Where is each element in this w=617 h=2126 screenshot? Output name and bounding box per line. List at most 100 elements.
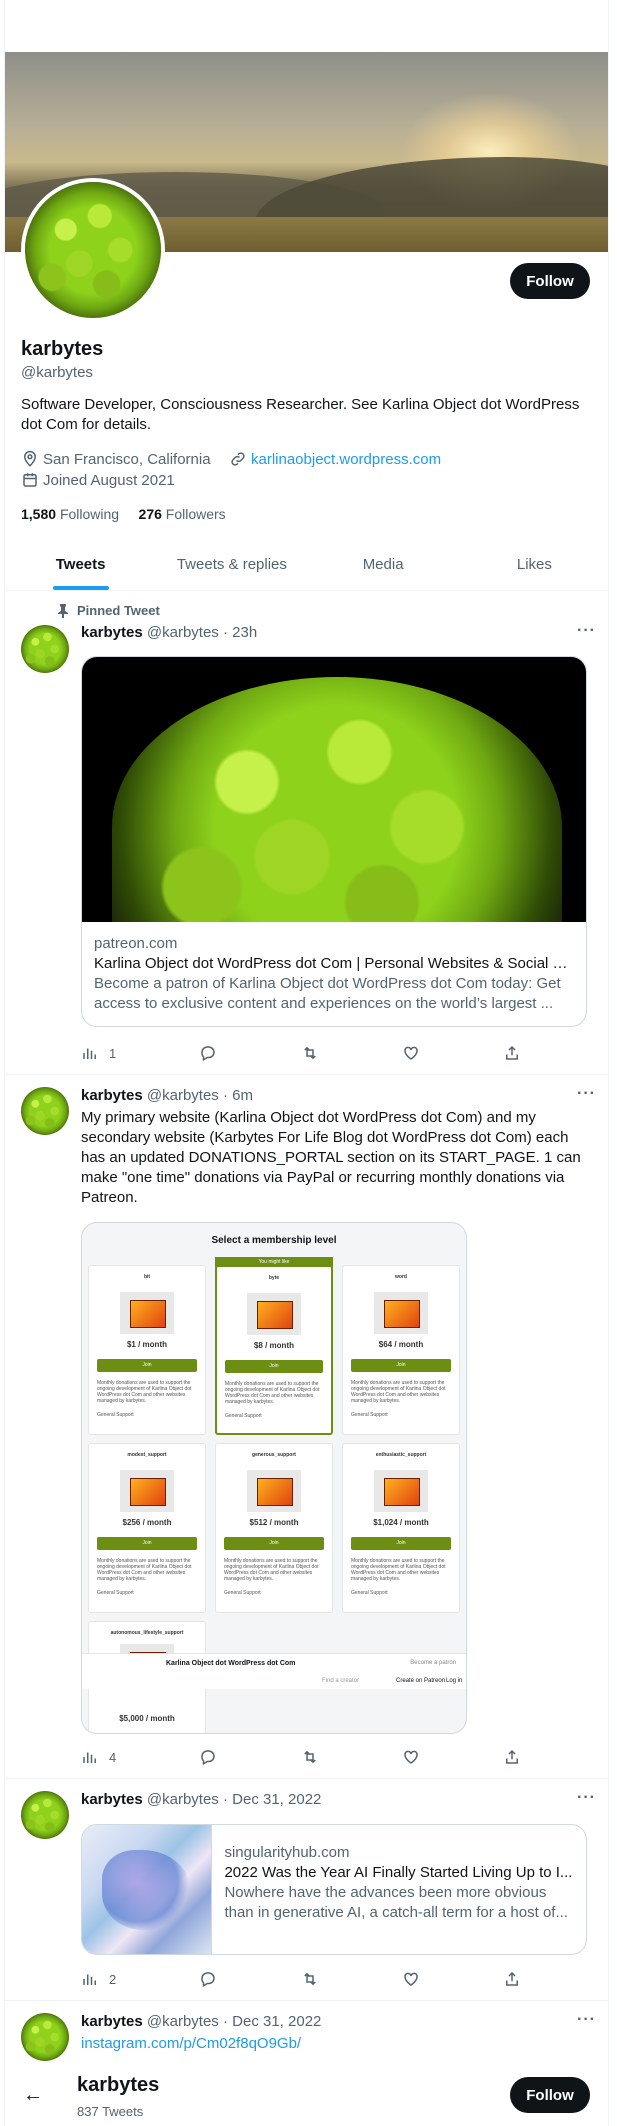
tweet-avatar[interactable]: [21, 1087, 69, 1135]
tweet[interactable]: karbytes @karbytes · Dec 31, 2022 ··· si…: [5, 1779, 608, 2001]
tweet-author-handle[interactable]: @karbytes: [147, 624, 219, 641]
retweet-icon: [303, 1750, 316, 1764]
more-icon[interactable]: ···: [577, 1085, 596, 1103]
pin-icon: [58, 603, 68, 618]
link-preview-card[interactable]: singularityhub.com 2022 Was the Year AI …: [81, 1824, 587, 1955]
tweet-image-patreon-tiers[interactable]: Select a membership level bit $1 / month…: [81, 1222, 467, 1734]
pinned-indicator: Pinned Tweet: [57, 603, 160, 618]
tier-image: [374, 1470, 428, 1512]
reply-button[interactable]: [199, 1043, 217, 1063]
back-arrow-icon[interactable]: ←: [23, 2084, 43, 2107]
link-preview-card[interactable]: patreon.com Karlina Object dot WordPress…: [81, 656, 587, 1027]
patreon-page-name: Karlina Object dot WordPress dot Com: [166, 1660, 296, 1667]
tier-card-featured: You might like byte $8 / month Join Mont…: [215, 1257, 333, 1435]
tweet-link[interactable]: instagram.com/p/Cm02f8qO9Gb/: [81, 2034, 596, 2054]
card-title: Karlina Object dot WordPress dot Com | P…: [94, 955, 574, 972]
card-thumbnail: [82, 1825, 213, 1954]
featured-ribbon: You might like: [215, 1257, 333, 1267]
tier-card: bit $1 / month Join Monthly donations ar…: [88, 1265, 206, 1435]
more-icon[interactable]: ···: [577, 2011, 596, 2029]
tier-join-button: Join: [224, 1537, 324, 1550]
profile-name: karbytes: [21, 338, 104, 360]
tier-price: $64 / month: [378, 1340, 424, 1349]
tab-media[interactable]: Media: [308, 538, 459, 590]
tweet-time[interactable]: · Dec 31, 2022: [223, 1791, 321, 1808]
like-button[interactable]: [402, 1969, 420, 1989]
share-button[interactable]: [503, 1969, 521, 1989]
tweet-time[interactable]: · 23h: [223, 624, 257, 641]
share-button[interactable]: [503, 1747, 521, 1767]
tab-likes[interactable]: Likes: [459, 538, 608, 590]
tweet-actions: 1: [81, 1043, 521, 1063]
tweet[interactable]: Pinned Tweet karbytes @karbytes · 23h ··…: [5, 591, 608, 1075]
tier-join-button: Join: [97, 1537, 197, 1550]
tier-card: modest_support $256 / month Join Monthly…: [88, 1443, 206, 1613]
patreon-login-link: Log in: [446, 1678, 463, 1684]
followers-link[interactable]: 276 Followers: [139, 506, 226, 522]
tweet-avatar[interactable]: [21, 1791, 69, 1839]
tier-price: $512 / month: [249, 1518, 299, 1527]
tweet-time[interactable]: · 6m: [223, 1087, 253, 1104]
like-button[interactable]: [402, 1043, 420, 1063]
tweet-author-name[interactable]: karbytes: [81, 1791, 143, 1808]
like-icon: [404, 1750, 418, 1764]
card-title: 2022 Was the Year AI Finally Started Liv…: [224, 1864, 573, 1881]
tier-benefit: General Support: [97, 1412, 134, 1418]
tab-tweets-replies[interactable]: Tweets & replies: [156, 538, 307, 590]
tweet-avatar[interactable]: [21, 2013, 69, 2061]
follow-button[interactable]: Follow: [510, 263, 590, 299]
tweet-author-name[interactable]: karbytes: [81, 2013, 143, 2030]
tweet-author-name[interactable]: karbytes: [81, 1087, 143, 1104]
tweet-avatar[interactable]: [21, 625, 69, 673]
tier-benefit: General Support: [97, 1590, 134, 1596]
tier-description: Monthly donations are used to support th…: [351, 1558, 446, 1582]
tier-image: [247, 1293, 301, 1335]
retweet-button[interactable]: [301, 1747, 319, 1767]
retweet-button[interactable]: [301, 1043, 319, 1063]
share-button[interactable]: [503, 1043, 521, 1063]
tier-benefit: General Support: [225, 1413, 262, 1419]
website-link[interactable]: karlinaobject.wordpress.com: [251, 451, 441, 468]
tier-name: byte: [268, 1275, 280, 1281]
tweet-actions: 4: [81, 1747, 521, 1767]
location-icon: [23, 450, 37, 467]
card-description: Become a patron of Karlina Object dot Wo…: [94, 975, 561, 1012]
more-icon[interactable]: ···: [577, 1789, 596, 1807]
tiers-heading: Select a membership level: [211, 1235, 337, 1246]
reply-button[interactable]: [199, 1747, 217, 1767]
following-label: Following: [59, 506, 120, 522]
tier-price: $1 / month: [126, 1340, 167, 1349]
tier-join-button: Join: [351, 1537, 451, 1550]
views-button[interactable]: 4: [81, 1747, 116, 1767]
retweet-button[interactable]: [301, 1969, 319, 1989]
reply-button[interactable]: [199, 1969, 217, 1989]
profile-avatar[interactable]: [21, 178, 165, 322]
follow-button-sticky[interactable]: Follow: [510, 2077, 590, 2113]
reply-icon: [201, 1750, 216, 1766]
following-link[interactable]: 1,580 Following: [21, 506, 119, 522]
profile-bio: Software Developer, Consciousness Resear…: [21, 396, 580, 433]
tweet-author-handle[interactable]: @karbytes: [147, 1087, 219, 1104]
tier-name: generous_support: [252, 1452, 296, 1458]
reply-icon: [201, 1046, 216, 1062]
tweet-author-name[interactable]: karbytes: [81, 624, 143, 641]
views-count: 2: [109, 1971, 117, 1987]
tier-price: $5,000 / month: [119, 1714, 175, 1723]
views-button[interactable]: 2: [81, 1969, 116, 1989]
tier-description: Monthly donations are used to support th…: [224, 1558, 319, 1582]
views-count: 1: [109, 1045, 117, 1061]
tweet[interactable]: karbytes @karbytes · 6m ··· My primary w…: [5, 1075, 608, 1779]
views-button[interactable]: 1: [81, 1043, 116, 1063]
patreon-footer: Karlina Object dot WordPress dot Com Bec…: [82, 1653, 466, 1689]
tweet-time[interactable]: · Dec 31, 2022: [223, 2013, 321, 2030]
following-count: 1,580: [21, 506, 57, 522]
like-button[interactable]: [402, 1747, 420, 1767]
tab-label: Media: [362, 556, 404, 573]
profile-website[interactable]: karlinaobject.wordpress.com: [229, 450, 441, 468]
more-icon[interactable]: ···: [577, 622, 596, 640]
tier-card: enthusiastic_support $1,024 / month Join…: [342, 1443, 460, 1613]
tweet-author-handle[interactable]: @karbytes: [147, 1791, 219, 1808]
tweet-author-handle[interactable]: @karbytes: [147, 2013, 219, 2030]
tab-tweets[interactable]: Tweets: [5, 538, 156, 590]
calendar-icon: [23, 473, 37, 487]
